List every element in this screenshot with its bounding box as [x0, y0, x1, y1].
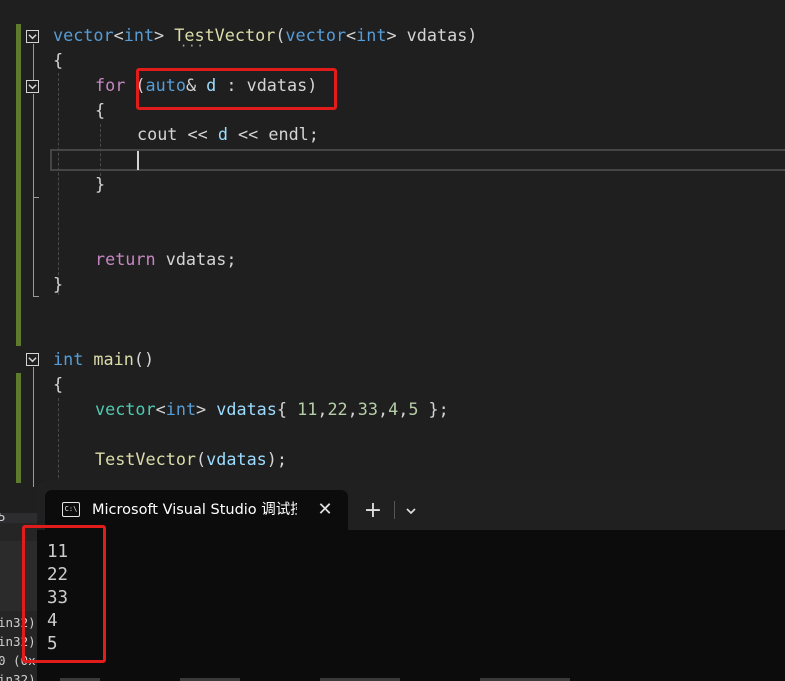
code-token: vector: [95, 399, 156, 419]
suggestion-dots: ···: [180, 39, 205, 53]
debug-console-window[interactable]: C:\ Microsoft Visual Studio 调试控制台 ✕ + 11…: [37, 480, 785, 681]
code-token: int: [165, 399, 197, 419]
code-token: int: [53, 349, 84, 369]
code-line-main-signature[interactable]: int main(): [53, 347, 154, 372]
fold-region-line: [33, 94, 34, 197]
tab-title: Microsoft Visual Studio 调试控制台: [92, 502, 297, 518]
code-token: ,: [377, 399, 389, 419]
panel-text: 5: [0, 513, 6, 524]
annotation-highlight-box: [136, 68, 337, 110]
fold-region-line: [33, 44, 34, 80]
code-token: ,: [347, 399, 358, 419]
code-token: <: [155, 399, 166, 419]
indent-guide: [58, 73, 59, 295]
code-token: ,: [317, 399, 328, 419]
code-token: int: [123, 25, 155, 45]
code-token: vdatas: [216, 399, 277, 419]
change-indicator: [16, 373, 21, 483]
function-name: main: [93, 349, 134, 369]
code-line-open-brace[interactable]: {: [53, 48, 63, 73]
code-token: (): [133, 349, 155, 369]
indent-guide: [58, 398, 59, 488]
code-line-close-brace[interactable]: }: [95, 172, 105, 197]
code-line-call[interactable]: TestVector(vdatas);: [95, 447, 287, 472]
code-token: <<: [227, 124, 269, 144]
fold-region-line: [33, 197, 34, 296]
code-token: <: [346, 25, 357, 45]
terminal-tab-bar: C:\ Microsoft Visual Studio 调试控制台 ✕ +: [37, 480, 785, 530]
code-token: vector: [285, 25, 347, 45]
code-token: 33: [357, 399, 378, 419]
new-tab-button[interactable]: +: [361, 499, 385, 523]
code-token: };: [418, 399, 449, 419]
code-token: vdatas: [206, 449, 267, 469]
code-token: return: [95, 249, 156, 269]
code-token: >: [196, 399, 207, 419]
code-token: <<: [177, 124, 218, 144]
code-token: 11: [297, 399, 318, 419]
chevron-down-icon[interactable]: [401, 499, 421, 523]
text-caret: [137, 151, 139, 170]
code-line-open-brace[interactable]: {: [53, 372, 63, 397]
console-icon: C:\: [62, 502, 80, 517]
fold-toggle-icon[interactable]: [26, 30, 39, 43]
code-token: int: [356, 25, 387, 45]
code-token: >: [154, 25, 165, 45]
fold-toggle-icon[interactable]: [26, 80, 39, 93]
annotation-highlight-box: [22, 525, 106, 663]
code-token: ;: [308, 124, 319, 144]
code-token: (: [196, 449, 207, 469]
code-token: endl: [268, 124, 309, 144]
code-line-close-brace[interactable]: }: [53, 272, 63, 297]
tab-divider: [394, 501, 395, 519]
current-line-highlight: [50, 149, 785, 171]
code-line-open-brace[interactable]: {: [95, 98, 105, 123]
code-token: vdatas): [396, 25, 478, 45]
panel-text: in32): [0, 672, 36, 681]
change-indicator: [16, 24, 21, 346]
code-token: d: [217, 124, 228, 144]
code-token: >: [386, 25, 397, 45]
function-name: TestVector: [95, 449, 197, 469]
code-line-cout[interactable]: cout << d << endl;: [137, 122, 319, 147]
terminal-tab[interactable]: C:\ Microsoft Visual Studio 调试控制台 ✕: [45, 490, 348, 530]
cut-off-text: [60, 678, 570, 681]
code-token: (: [275, 25, 286, 45]
code-token: 4: [388, 399, 399, 419]
code-token: );: [266, 449, 287, 469]
code-line-vector-init[interactable]: vector<int> vdatas{ 11,22,33,4,5 };: [95, 397, 449, 422]
code-token: vdatas;: [155, 249, 237, 269]
close-icon[interactable]: ✕: [314, 499, 336, 521]
code-token: {: [276, 399, 298, 419]
code-line-function-signature[interactable]: vector<int> TestVector(vector<int> vdata…: [53, 23, 477, 48]
code-token: cout: [137, 124, 178, 144]
fold-toggle-icon[interactable]: [26, 353, 39, 366]
fold-region-line: [33, 367, 34, 487]
code-line-return[interactable]: return vdatas;: [95, 247, 236, 272]
fold-region-end: [33, 296, 39, 297]
code-token: ,: [398, 399, 409, 419]
code-token: 5: [408, 399, 419, 419]
code-token: <: [113, 25, 124, 45]
code-token: 22: [327, 399, 348, 419]
code-token: vector: [53, 25, 114, 45]
panel-header-strip: [0, 513, 37, 523]
code-token: for: [95, 75, 126, 95]
